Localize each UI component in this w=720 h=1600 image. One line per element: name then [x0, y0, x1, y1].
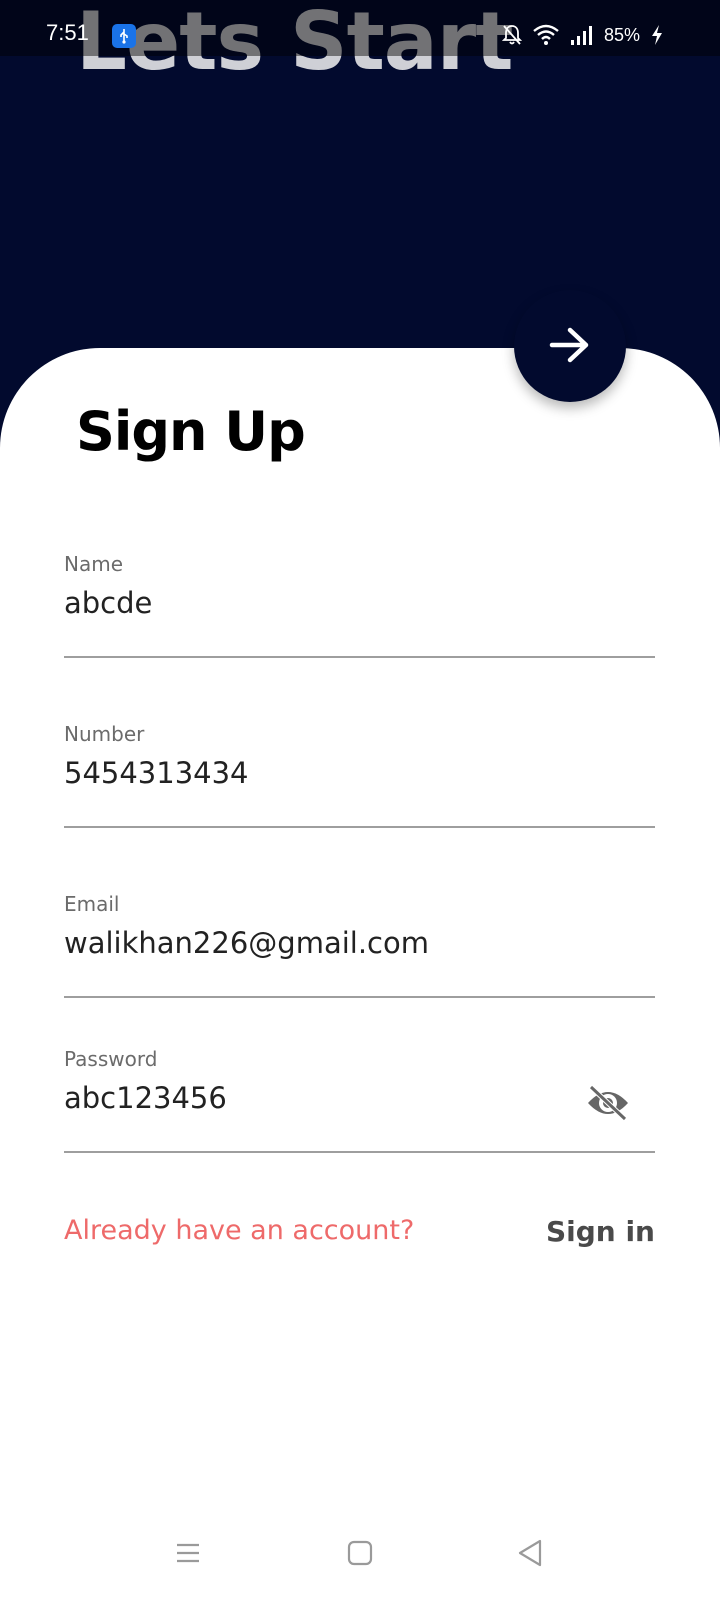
page-title: Sign Up: [76, 400, 306, 463]
number-input[interactable]: 5454313434: [64, 756, 544, 790]
name-field[interactable]: Name abcde: [64, 548, 655, 658]
password-input[interactable]: abc123456: [64, 1081, 544, 1115]
system-nav-bar: [0, 1520, 720, 1600]
password-label: Password: [64, 1047, 158, 1071]
name-label: Name: [64, 552, 124, 576]
email-label: Email: [64, 892, 120, 916]
password-visibility-toggle[interactable]: [585, 1083, 631, 1123]
status-time: 7:51: [46, 20, 89, 45]
battery-percent: 85%: [603, 24, 640, 45]
recent-apps-button[interactable]: [166, 1534, 210, 1574]
wifi-icon: [532, 24, 560, 46]
sign-in-link[interactable]: Sign in: [546, 1215, 655, 1248]
back-button[interactable]: [508, 1534, 552, 1574]
name-input[interactable]: abcde: [64, 586, 544, 620]
status-bar: 7:51 85%: [0, 0, 720, 56]
bell-muted-icon: [501, 24, 522, 46]
email-input[interactable]: walikhan226@gmail.com: [64, 926, 544, 960]
signal-icon: [570, 24, 594, 46]
menu-icon: [174, 1541, 202, 1568]
signin-row: Already have an account? Sign in: [64, 1215, 655, 1255]
back-triangle-icon: [516, 1538, 544, 1571]
number-field[interactable]: Number 5454313434: [64, 718, 655, 828]
charging-bolt-icon: [650, 24, 664, 46]
already-have-account-link[interactable]: Already have an account?: [64, 1215, 414, 1246]
arrow-right-icon: [548, 325, 592, 368]
password-field[interactable]: Password abc123456: [64, 1043, 655, 1153]
submit-arrow-button[interactable]: [514, 290, 626, 402]
home-button[interactable]: [338, 1534, 382, 1574]
home-square-icon: [346, 1539, 374, 1570]
usb-icon: [112, 24, 136, 48]
status-icons: 85%: [501, 22, 664, 48]
email-field[interactable]: Email walikhan226@gmail.com: [64, 888, 655, 998]
number-label: Number: [64, 722, 145, 746]
eye-off-icon: [585, 1085, 631, 1126]
